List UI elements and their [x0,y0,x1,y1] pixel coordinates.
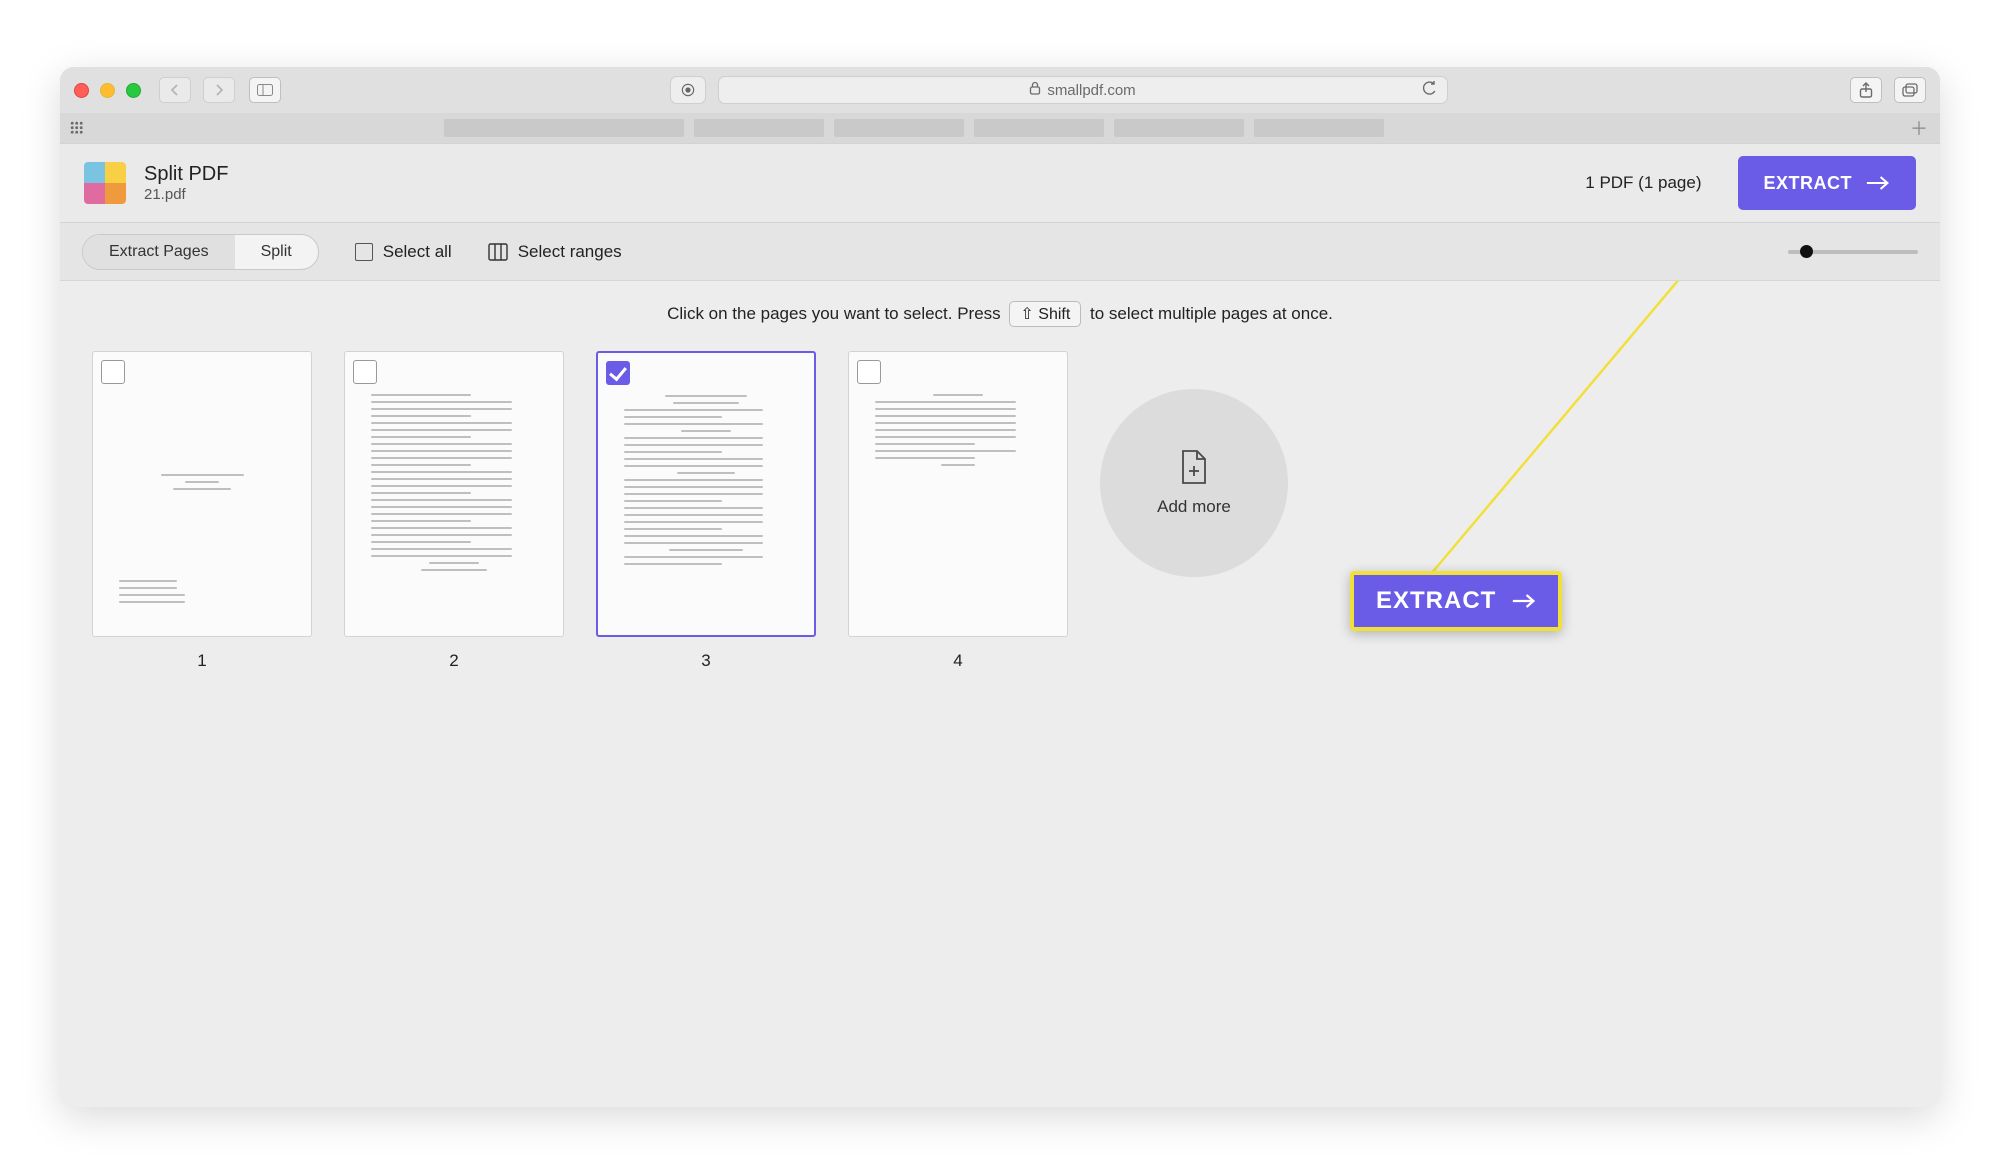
page-checkbox[interactable] [101,360,125,384]
shift-key-hint: ⇧ Shift [1009,301,1081,327]
segment-split[interactable]: Split [235,235,318,269]
tab-ghost [834,119,964,137]
page-checkbox[interactable] [353,360,377,384]
app-header: Split PDF 21.pdf 1 PDF (1 page) EXTRACT [60,143,1940,223]
tab-ghost [1114,119,1244,137]
page-thumbnail [344,351,564,637]
shift-icon: ⇧ [1020,306,1033,323]
sidebar-toggle-icon[interactable] [249,77,281,103]
window-controls [74,83,141,98]
page-number: 4 [953,651,962,671]
forward-button[interactable] [203,77,235,103]
page-number: 2 [449,651,458,671]
toolbar: Extract Pages Split Select all Select ra… [60,223,1940,281]
add-more-label: Add more [1157,497,1231,517]
select-all-label: Select all [383,242,452,262]
tab-ghost [444,119,684,137]
page-tile[interactable]: 1 [92,351,312,671]
instruction-text: Click on the pages you want to select. P… [92,301,1908,327]
page-grid: 1 2 [92,351,1908,671]
page-number: 3 [701,651,710,671]
zoom-slider[interactable] [1788,250,1918,254]
back-button[interactable] [159,77,191,103]
callout-label: EXTRACT [1376,587,1496,615]
page-number: 1 [197,651,206,671]
select-ranges-button[interactable]: Select ranges [488,242,622,262]
extract-button[interactable]: EXTRACT [1738,156,1917,210]
mode-segmented-control: Extract Pages Split [82,234,319,270]
page-checkbox[interactable] [606,361,630,385]
page-thumbnail [848,351,1068,637]
columns-icon [488,243,508,261]
app-logo[interactable] [84,162,126,204]
tab-ghost [1254,119,1384,137]
shift-label: Shift [1038,306,1070,323]
tab-ghost [694,119,824,137]
hint-post: to select multiple pages at once. [1090,304,1333,323]
url-host: smallpdf.com [1047,82,1135,99]
minimize-window-icon[interactable] [100,83,115,98]
page-thumbnail [92,351,312,637]
selection-summary: 1 PDF (1 page) [1585,173,1701,193]
segment-extract-pages[interactable]: Extract Pages [83,235,235,269]
close-window-icon[interactable] [74,83,89,98]
tab-strip: ＋ [60,113,1940,143]
browser-toolbar: smallpdf.com [60,67,1940,113]
apps-grid-icon[interactable] [70,121,84,135]
checkbox-outline-icon [355,243,373,261]
add-more-button[interactable]: Add more [1100,389,1288,577]
extract-button-label: EXTRACT [1764,173,1853,194]
file-name: 21.pdf [144,186,228,203]
content-area: Click on the pages you want to select. P… [60,281,1940,1107]
share-icon[interactable] [1850,77,1882,103]
select-ranges-label: Select ranges [518,242,622,262]
tracking-icon[interactable] [670,76,706,104]
tab-ghost [974,119,1104,137]
new-tab-button[interactable]: ＋ [1910,115,1928,141]
address-bar[interactable]: smallpdf.com [718,76,1448,104]
reload-icon[interactable] [1422,81,1437,100]
page-title: Split PDF [144,163,228,186]
page-tile[interactable]: 2 [344,351,564,671]
lock-icon [1029,81,1041,99]
callout-extract-highlight: EXTRACT [1350,571,1562,631]
tabs-icon[interactable] [1894,77,1926,103]
select-all-toggle[interactable]: Select all [355,242,452,262]
page-tile[interactable]: 4 [848,351,1068,671]
page-checkbox[interactable] [857,360,881,384]
hint-pre: Click on the pages you want to select. P… [667,304,1001,323]
zoom-window-icon[interactable] [126,83,141,98]
page-tile[interactable]: 3 [596,351,816,671]
page-thumbnail [596,351,816,637]
